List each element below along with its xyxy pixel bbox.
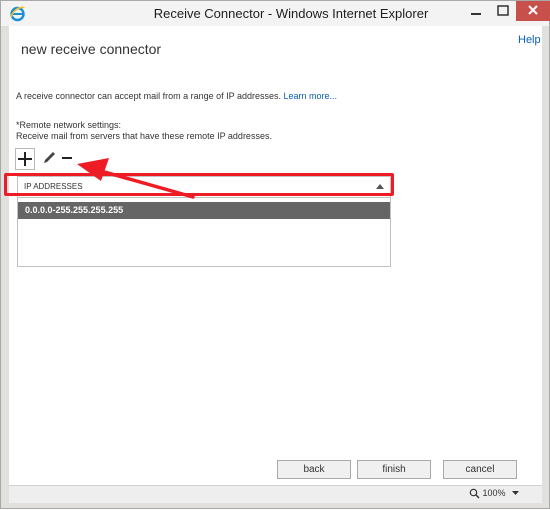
- zoom-icon: [469, 488, 480, 499]
- status-bar: 100%: [9, 485, 542, 503]
- zoom-level: 100%: [482, 488, 506, 498]
- zoom-control[interactable]: 100%: [469, 488, 520, 499]
- browser-window: Receive Connector - Windows Internet Exp…: [0, 0, 550, 509]
- chevron-down-icon: [512, 491, 520, 496]
- red-arrow-annotation: [77, 158, 195, 199]
